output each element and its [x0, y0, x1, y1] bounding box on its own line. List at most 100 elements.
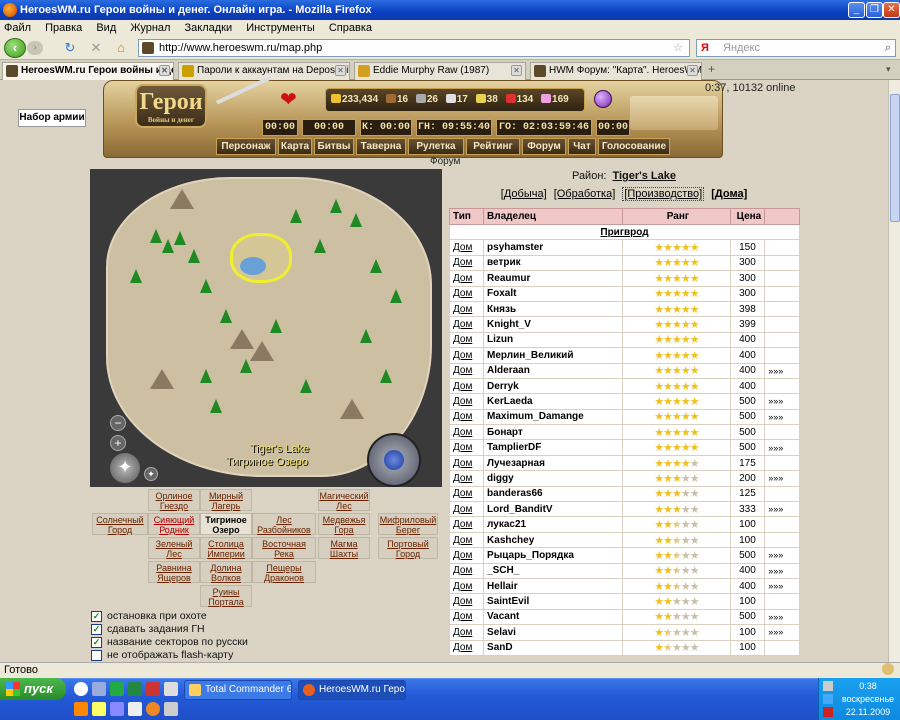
start-button[interactable]: пуск: [0, 678, 66, 700]
house-type-link[interactable]: Дом: [448, 577, 485, 595]
menu-chat[interactable]: Чат: [568, 138, 596, 155]
sector-link[interactable]: Магма Шахты: [318, 537, 370, 559]
app-quicklaunch-icon[interactable]: [110, 682, 124, 696]
house-type-link[interactable]: Дом: [448, 624, 485, 641]
sector-link[interactable]: Медвежья Гора: [318, 513, 370, 535]
tab-list-button[interactable]: ▾: [886, 64, 891, 75]
menu-file[interactable]: Файл: [4, 22, 31, 34]
game-logo[interactable]: Герои Войны и денег: [135, 84, 207, 128]
house-type-link[interactable]: Дом: [448, 347, 485, 364]
minimize-button[interactable]: _: [848, 2, 865, 18]
maximize-button[interactable]: ❐: [866, 2, 883, 18]
task-firefox[interactable]: HeroesWM.ru Герон ...: [298, 680, 406, 700]
house-type-link[interactable]: Дом: [448, 316, 485, 333]
house-type-link[interactable]: Дом: [448, 562, 485, 579]
forward-button[interactable]: ›: [27, 41, 43, 55]
subnav-processing[interactable]: [Обработка]: [554, 188, 616, 200]
tab-hwm-forum[interactable]: HWM Форум: "Карта". HeroesWM.ru - ... ✕: [530, 62, 702, 80]
menu-edit[interactable]: Правка: [45, 22, 82, 34]
subnav-houses[interactable]: [Дома]: [711, 188, 747, 200]
reload-icon[interactable]: ↻: [62, 40, 78, 56]
menu-bookmarks[interactable]: Закладки: [185, 22, 233, 34]
option-submit-gn[interactable]: ✓ сдавать задания ГН: [91, 623, 205, 636]
sector-link[interactable]: Равнина Ящеров: [148, 561, 200, 583]
clock-time[interactable]: 0:38: [837, 681, 899, 691]
house-type-link[interactable]: Дом: [448, 254, 485, 272]
more-link[interactable]: »»»: [764, 439, 800, 456]
house-type-link[interactable]: Дом: [448, 439, 485, 456]
house-type-link[interactable]: Дом: [448, 531, 485, 549]
house-type-link[interactable]: Дом: [448, 608, 485, 626]
sector-link[interactable]: Руины Портала: [200, 585, 252, 607]
tab-close-icon[interactable]: ✕: [687, 65, 698, 76]
tab-close-icon[interactable]: ✕: [159, 65, 170, 76]
new-tab-button[interactable]: +: [708, 62, 715, 76]
house-type-link[interactable]: Дом: [448, 639, 485, 656]
sector-link[interactable]: Мирный Лагерь: [200, 489, 252, 511]
checkbox[interactable]: [91, 650, 102, 661]
ie-quicklaunch-icon[interactable]: [74, 682, 88, 696]
sector-link[interactable]: Сияющий Родник: [148, 513, 200, 535]
sector-link[interactable]: Зеленый Лес: [148, 537, 200, 559]
house-type-link[interactable]: Дом: [448, 470, 485, 487]
menu-roulette[interactable]: Рулетка: [408, 138, 464, 155]
more-link[interactable]: »»»: [764, 562, 800, 579]
sector-link[interactable]: Портовый Город: [378, 537, 438, 559]
house-type-link[interactable]: Дом: [448, 270, 485, 287]
house-type-link[interactable]: Дом: [448, 454, 485, 472]
group-label[interactable]: Пригврод: [449, 223, 800, 241]
house-type-link[interactable]: Дом: [448, 285, 485, 302]
house-type-link[interactable]: Дом: [448, 547, 485, 564]
checkbox[interactable]: ✓: [91, 637, 102, 648]
tab-eddie-murphy[interactable]: Eddie Murphy Raw (1987) ✕: [354, 62, 526, 80]
menu-map[interactable]: Карта: [278, 138, 312, 155]
app6-quicklaunch-icon[interactable]: [110, 702, 124, 716]
house-type-link[interactable]: Дом: [448, 593, 485, 610]
menu-view[interactable]: Вид: [96, 22, 116, 34]
sector-link[interactable]: Лес Разбойников: [252, 513, 316, 535]
scrollbar-thumb[interactable]: [890, 94, 900, 222]
menu-character[interactable]: Персонаж: [216, 138, 276, 155]
firefox-quicklaunch-icon[interactable]: [146, 702, 160, 716]
more-link[interactable]: »»»: [764, 470, 800, 487]
house-type-link[interactable]: Дом: [448, 331, 485, 349]
addon-icon[interactable]: [882, 663, 894, 675]
menu-tavern[interactable]: Таверна: [356, 138, 406, 155]
sector-link[interactable]: Магический Лес: [318, 489, 370, 511]
more-link[interactable]: »»»: [764, 393, 800, 410]
forum-link[interactable]: Форум: [430, 156, 460, 167]
bookmark-star-icon[interactable]: ☆: [673, 40, 683, 56]
app5-quicklaunch-icon[interactable]: [92, 702, 106, 716]
tab-close-icon[interactable]: ✕: [335, 65, 346, 76]
more-link[interactable]: »»»: [764, 547, 800, 564]
tab-close-icon[interactable]: ✕: [511, 65, 522, 76]
zoom-out-button[interactable]: −: [110, 415, 126, 431]
checkbox[interactable]: ✓: [91, 611, 102, 622]
app4-quicklaunch-icon[interactable]: [74, 702, 88, 716]
health-heart-icon[interactable]: ❤: [280, 90, 297, 110]
mana-potion-icon[interactable]: [594, 90, 612, 108]
word-quicklaunch-icon[interactable]: [128, 702, 142, 716]
house-type-link[interactable]: Дом: [448, 501, 485, 518]
house-type-link[interactable]: Дом: [448, 516, 485, 533]
back-button[interactable]: ‹: [4, 38, 26, 58]
home-icon[interactable]: ⌂: [113, 40, 129, 56]
menu-history[interactable]: Журнал: [130, 22, 170, 34]
tray-icon[interactable]: [823, 694, 833, 704]
house-type-link[interactable]: Дом: [448, 393, 485, 410]
window-titlebar[interactable]: HeroesWM.ru Герои войны и денег. Онлайн …: [0, 0, 900, 20]
option-russian-names[interactable]: ✓ название секторов по русски: [91, 636, 248, 649]
army-recruit-button[interactable]: Набор армии: [18, 109, 86, 127]
menu-help[interactable]: Справка: [329, 22, 372, 34]
more-link[interactable]: »»»: [764, 608, 800, 626]
close-button[interactable]: ✕: [883, 2, 900, 18]
tray-icon[interactable]: [823, 707, 833, 717]
option-no-flash[interactable]: не отображать flash-карту: [91, 649, 233, 662]
explorer-quicklaunch-icon[interactable]: [92, 682, 106, 696]
map-settings-icon[interactable]: ✦: [144, 467, 158, 481]
media-quicklaunch-icon[interactable]: [128, 682, 142, 696]
more-link[interactable]: »»»: [764, 408, 800, 426]
subnav-mining[interactable]: [Добыча]: [501, 188, 547, 200]
zoom-in-button[interactable]: +: [110, 435, 126, 451]
menu-vote[interactable]: Голосование: [598, 138, 670, 155]
